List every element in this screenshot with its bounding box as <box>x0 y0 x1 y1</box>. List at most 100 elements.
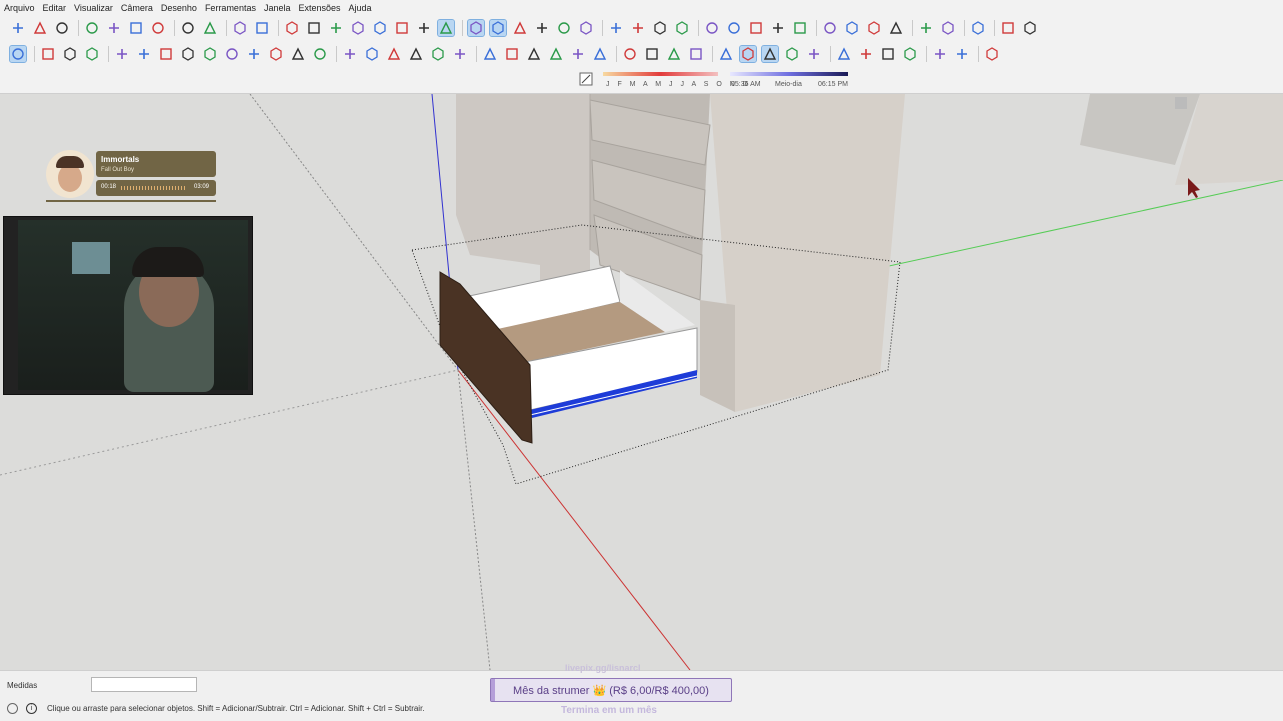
zoom-icon[interactable] <box>666 46 682 62</box>
erase-icon[interactable] <box>150 20 166 36</box>
component-box-icon[interactable] <box>880 46 896 62</box>
monochrome-icon[interactable] <box>578 20 594 36</box>
menu-janela[interactable]: Janela <box>260 3 295 13</box>
info-icon[interactable]: i <box>26 703 37 714</box>
circle-icon[interactable] <box>202 46 218 62</box>
push-pull-icon[interactable] <box>364 46 380 62</box>
text-icon[interactable] <box>548 46 564 62</box>
front-view-icon[interactable] <box>328 20 344 36</box>
select-icon[interactable] <box>9 45 27 63</box>
iso-box-icon[interactable] <box>858 46 874 62</box>
back-edges-icon[interactable] <box>467 19 485 37</box>
measures-input[interactable] <box>91 677 197 692</box>
previous-view-icon[interactable] <box>739 45 757 63</box>
eraser-icon[interactable] <box>84 46 100 62</box>
section-fill-icon[interactable] <box>652 20 668 36</box>
rectangle-icon[interactable] <box>158 46 174 62</box>
undo-icon[interactable] <box>180 20 196 36</box>
line-icon[interactable] <box>114 46 130 62</box>
menu-visualizar[interactable]: Visualizar <box>70 3 117 13</box>
menu-ferramentas[interactable]: Ferramentas <box>201 3 260 13</box>
look-around-icon[interactable] <box>784 46 800 62</box>
cart-icon[interactable] <box>1000 20 1016 36</box>
drawer-component[interactable] <box>439 265 698 444</box>
right-view-icon[interactable] <box>350 20 366 36</box>
wireframe-icon[interactable] <box>489 19 507 37</box>
menu-arquivo[interactable]: Arquivo <box>0 3 39 13</box>
rotate-icon[interactable] <box>386 46 402 62</box>
menu-extensoes[interactable]: Extensões <box>295 3 345 13</box>
menu-editar[interactable]: Editar <box>39 3 71 13</box>
display-sections-icon[interactable] <box>674 20 690 36</box>
orbit-icon[interactable] <box>622 46 638 62</box>
tag-icon[interactable] <box>954 46 970 62</box>
3d-warehouse-icon[interactable] <box>704 20 720 36</box>
top-view-icon[interactable] <box>306 20 322 36</box>
protractor-icon[interactable] <box>526 46 542 62</box>
three-point-arc-icon[interactable] <box>290 46 306 62</box>
zoom-window-icon[interactable] <box>688 46 704 62</box>
pie-icon[interactable] <box>312 46 328 62</box>
freehand-icon[interactable] <box>136 46 152 62</box>
save-icon[interactable] <box>54 20 70 36</box>
classifier-icon[interactable] <box>940 20 956 36</box>
model-viewport[interactable]: Immortals Fall Out Boy 00:18 03:09 <box>0 94 1283 670</box>
3d-text-icon[interactable] <box>592 46 608 62</box>
sandbox-icon[interactable] <box>836 46 852 62</box>
new-file-icon[interactable] <box>10 20 26 36</box>
axes-icon[interactable] <box>570 46 586 62</box>
hidden-line-icon[interactable] <box>512 20 528 36</box>
dimension-icon[interactable] <box>504 46 520 62</box>
arc-icon[interactable] <box>246 46 262 62</box>
menu-ajuda[interactable]: Ajuda <box>345 3 376 13</box>
back-view-icon[interactable] <box>372 20 388 36</box>
generate-report-icon[interactable] <box>918 20 934 36</box>
outliner-icon[interactable] <box>984 46 1000 62</box>
info-icon[interactable] <box>970 20 986 36</box>
paint-bucket-icon[interactable] <box>62 46 78 62</box>
pan-icon[interactable] <box>644 46 660 62</box>
bottom-view-icon[interactable] <box>416 20 432 36</box>
two-point-arc-icon[interactable] <box>268 46 284 62</box>
paste-icon[interactable] <box>128 20 144 36</box>
cut-icon[interactable] <box>84 20 100 36</box>
textured-icon[interactable] <box>556 20 572 36</box>
bend-icon[interactable] <box>932 46 948 62</box>
model-info-icon[interactable] <box>254 20 270 36</box>
add-location-icon[interactable] <box>822 20 838 36</box>
open-folder-icon[interactable] <box>32 20 48 36</box>
print-icon[interactable] <box>232 20 248 36</box>
section-cuts-icon[interactable] <box>630 20 646 36</box>
polygon-icon[interactable] <box>224 46 240 62</box>
share-model-icon[interactable] <box>726 20 742 36</box>
rotated-rectangle-icon[interactable] <box>180 46 196 62</box>
shaded-icon[interactable] <box>534 20 550 36</box>
move-icon[interactable] <box>342 46 358 62</box>
toggle-terrain-icon[interactable] <box>844 20 860 36</box>
xray-icon[interactable] <box>437 19 455 37</box>
follow-me-icon[interactable] <box>452 46 468 62</box>
photo-icon[interactable] <box>888 20 904 36</box>
section-plane-icon[interactable] <box>608 20 624 36</box>
walk-icon[interactable] <box>806 46 822 62</box>
menu-desenho[interactable]: Desenho <box>157 3 201 13</box>
copy-icon[interactable] <box>106 20 122 36</box>
month-slider[interactable] <box>603 72 718 76</box>
scale-icon[interactable] <box>408 46 424 62</box>
offset-icon[interactable] <box>430 46 446 62</box>
make-component-icon[interactable] <box>40 46 56 62</box>
mirror-icon[interactable] <box>902 46 918 62</box>
position-camera-icon[interactable] <box>761 45 779 63</box>
redo-icon[interactable] <box>202 20 218 36</box>
extension-warehouse-icon[interactable] <box>748 20 764 36</box>
layout-icon[interactable] <box>770 20 786 36</box>
tape-measure-icon[interactable] <box>482 46 498 62</box>
geo-icon[interactable] <box>866 20 882 36</box>
shadow-toggle-icon[interactable] <box>579 72 593 86</box>
menu-camera[interactable]: Câmera <box>117 3 157 13</box>
time-slider[interactable] <box>730 72 848 76</box>
extension-manager-icon[interactable] <box>792 20 808 36</box>
account-icon[interactable] <box>1022 20 1038 36</box>
left-view-icon[interactable] <box>394 20 410 36</box>
iso-view-icon[interactable] <box>284 20 300 36</box>
